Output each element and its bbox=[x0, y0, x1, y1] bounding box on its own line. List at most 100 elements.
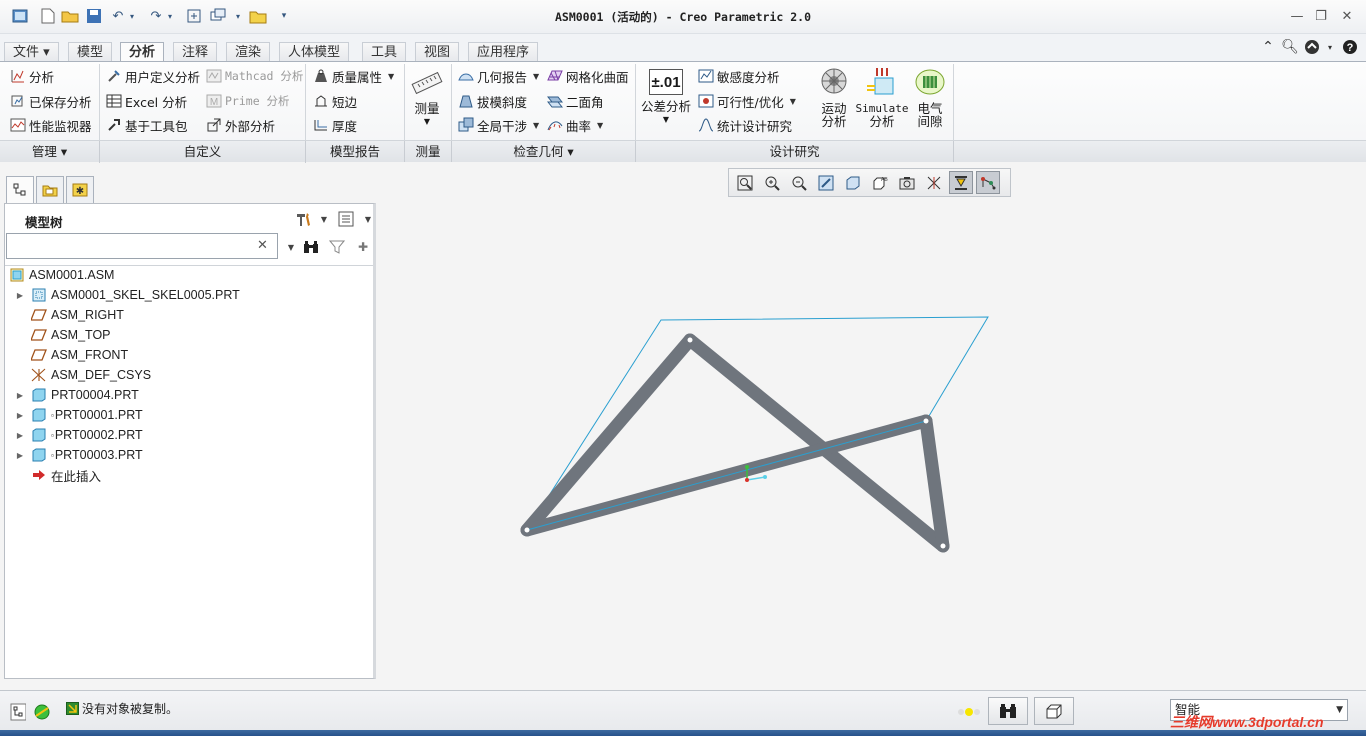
close-icon[interactable]: ✕ bbox=[1334, 6, 1360, 26]
find-binoculars-icon[interactable] bbox=[301, 238, 321, 256]
expand-icon[interactable]: ▶ bbox=[15, 411, 25, 420]
expand-icon[interactable]: ▶ bbox=[15, 391, 25, 400]
settings-icon[interactable] bbox=[293, 210, 315, 228]
external-analysis-button[interactable]: 外部分析 bbox=[206, 114, 275, 136]
community-icon[interactable] bbox=[1302, 38, 1322, 56]
expand-icon[interactable]: ▶ bbox=[15, 451, 25, 460]
tab-file[interactable]: 文件 ▾ bbox=[4, 42, 59, 62]
saved-orientations-icon[interactable]: AB bbox=[868, 171, 892, 194]
display-style-icon[interactable] bbox=[841, 171, 865, 194]
simulate-analysis-button[interactable]: Simulate 分析 bbox=[856, 66, 909, 128]
placement-marker-icon: ▫ bbox=[51, 430, 54, 440]
prime-icon: M bbox=[206, 93, 222, 109]
spin-center-icon[interactable] bbox=[976, 171, 1000, 194]
add-column-icon[interactable]: ✚ bbox=[353, 238, 373, 256]
tab-favorites[interactable]: ✱ bbox=[66, 176, 94, 203]
restore-icon[interactable]: ❐ bbox=[1308, 6, 1334, 26]
measure-button[interactable]: 测量 ▼ bbox=[408, 66, 446, 128]
sensitivity-analysis-button[interactable]: 敏感度分析 bbox=[698, 65, 780, 87]
zoom-out-icon[interactable] bbox=[787, 171, 811, 194]
datum-display-icon[interactable] bbox=[922, 171, 946, 194]
model-tree-search-input[interactable] bbox=[6, 233, 278, 259]
toggle-browser-icon[interactable] bbox=[30, 701, 54, 723]
motion-analysis-button[interactable]: 运动 分析 bbox=[814, 66, 854, 128]
help-icon[interactable]: ? bbox=[1340, 38, 1360, 56]
prime-analysis-button[interactable]: M Prime 分析 bbox=[206, 90, 290, 112]
feasibility-optimization-button[interactable]: 可行性/优化 ▼ bbox=[698, 90, 796, 112]
community-dropdown-icon[interactable]: ▾ bbox=[1320, 38, 1340, 56]
toolkit-analysis-button[interactable]: 基于工具包 bbox=[106, 114, 188, 136]
minimize-icon[interactable]: — bbox=[1284, 6, 1310, 26]
expand-icon[interactable]: ▶ bbox=[15, 291, 25, 300]
mathcad-icon bbox=[206, 68, 222, 84]
tree-item-prt00003[interactable]: ▶ ▫ PRT00003.PRT bbox=[5, 445, 373, 465]
repaint-icon[interactable] bbox=[814, 171, 838, 194]
chevron-down-icon: ▼ bbox=[789, 96, 796, 106]
electrical-clearance-button[interactable]: 电气 间隙 bbox=[910, 66, 950, 128]
tree-item-asm[interactable]: ASM0001.ASM bbox=[5, 265, 373, 285]
tab-render[interactable]: 渲染 bbox=[226, 42, 271, 62]
tab-analysis[interactable]: 分析 bbox=[120, 42, 165, 63]
analysis-button[interactable]: 分析 bbox=[10, 65, 54, 87]
tree-item-asm-top[interactable]: ASM_TOP bbox=[5, 325, 373, 345]
search-icon[interactable]: 🔍︎ bbox=[1280, 38, 1300, 56]
selection-box-button[interactable] bbox=[1034, 697, 1074, 725]
filter-icon[interactable] bbox=[327, 238, 347, 256]
model-tree-title: 模型树 bbox=[25, 215, 63, 230]
tree-item-asm-def-csys[interactable]: ASM_DEF_CSYS bbox=[5, 365, 373, 385]
group-inspect-label[interactable]: 检查几何 ▾ bbox=[452, 141, 636, 163]
tab-view[interactable]: 视图 bbox=[415, 42, 460, 62]
tab-annotate[interactable]: 注释 bbox=[173, 42, 218, 62]
tab-folder-browser[interactable] bbox=[36, 176, 64, 203]
tab-applications[interactable]: 应用程序 bbox=[468, 42, 539, 62]
tree-item-skeleton[interactable]: ▶ ASM0001_SKEL_SKEL0005.PRT bbox=[5, 285, 373, 305]
expand-icon[interactable]: ▶ bbox=[15, 431, 25, 440]
mesh-surface-button[interactable]: 网格化曲面 bbox=[547, 65, 629, 87]
tree-item-asm-front[interactable]: ASM_FRONT bbox=[5, 345, 373, 365]
tab-model-tree[interactable] bbox=[6, 176, 34, 203]
saved-analysis-button[interactable]: 已保存分析 bbox=[10, 90, 92, 112]
excel-analysis-button[interactable]: Excel 分析 bbox=[106, 90, 187, 112]
global-interference-button[interactable]: 全局干涉 ▼ bbox=[458, 114, 539, 136]
view-manager-icon[interactable] bbox=[895, 171, 919, 194]
show-dropdown-icon[interactable]: ▼ bbox=[357, 210, 379, 228]
tree-item-insert-here[interactable]: 在此插入 bbox=[5, 465, 373, 485]
thickness-button[interactable]: 厚度 bbox=[313, 114, 357, 136]
mathcad-analysis-button[interactable]: Mathcad 分析 bbox=[206, 65, 303, 87]
tree-item-asm-right[interactable]: ASM_RIGHT bbox=[5, 305, 373, 325]
model-viewport[interactable] bbox=[378, 162, 1366, 690]
tree-item-prt00004[interactable]: ▶ PRT00004.PRT bbox=[5, 385, 373, 405]
regen-status-icon[interactable] bbox=[956, 701, 982, 723]
tab-model[interactable]: 模型 bbox=[68, 42, 113, 62]
show-icon[interactable] bbox=[335, 210, 357, 228]
tolerance-analysis-button[interactable]: ±.01 公差分析 ▼ bbox=[640, 66, 692, 126]
settings-dropdown-icon[interactable]: ▼ bbox=[313, 210, 335, 228]
find-button[interactable] bbox=[988, 697, 1028, 725]
tree-item-prt00002[interactable]: ▶ ▫ PRT00002.PRT bbox=[5, 425, 373, 445]
curvature-button[interactable]: 曲率 ▼ bbox=[547, 114, 603, 136]
refit-icon[interactable] bbox=[733, 171, 757, 194]
search-dropdown-icon[interactable]: ▼ bbox=[281, 238, 301, 256]
group-manage-label[interactable]: 管理 ▾ bbox=[0, 141, 100, 163]
performance-monitor-button[interactable]: 性能监视器 bbox=[10, 114, 92, 136]
user-defined-analysis-button[interactable]: 用户定义分析 bbox=[106, 65, 200, 87]
dihedral-button[interactable]: 二面角 bbox=[547, 90, 604, 112]
tab-tools[interactable]: 工具 bbox=[362, 42, 407, 62]
tree-item-prt00001[interactable]: ▶ ▫ PRT00001.PRT bbox=[5, 405, 373, 425]
draft-button[interactable]: 拔模斜度 bbox=[458, 90, 527, 112]
clear-search-icon[interactable]: ✕ bbox=[257, 238, 268, 253]
group-custom-label: 自定义 bbox=[100, 141, 306, 163]
statistical-design-study-button[interactable]: 统计设计研究 bbox=[698, 114, 792, 136]
tab-manikin[interactable]: 人体模型 bbox=[279, 42, 350, 62]
geometry-report-button[interactable]: 几何报告 ▼ bbox=[458, 65, 539, 87]
short-edge-button[interactable]: 短边 bbox=[313, 90, 357, 112]
zoom-in-icon[interactable] bbox=[760, 171, 784, 194]
mass-properties-button[interactable]: 质量属性 ▼ bbox=[313, 65, 394, 87]
annotation-display-icon[interactable] bbox=[949, 171, 973, 194]
thickness-icon bbox=[313, 117, 329, 133]
link-prt00001[interactable] bbox=[683, 333, 950, 553]
toggle-navigator-icon[interactable] bbox=[6, 701, 30, 723]
collapse-ribbon-icon[interactable]: ⌃ bbox=[1258, 38, 1278, 56]
graphics-window[interactable] bbox=[378, 162, 1366, 690]
insert-here-icon bbox=[31, 468, 47, 482]
